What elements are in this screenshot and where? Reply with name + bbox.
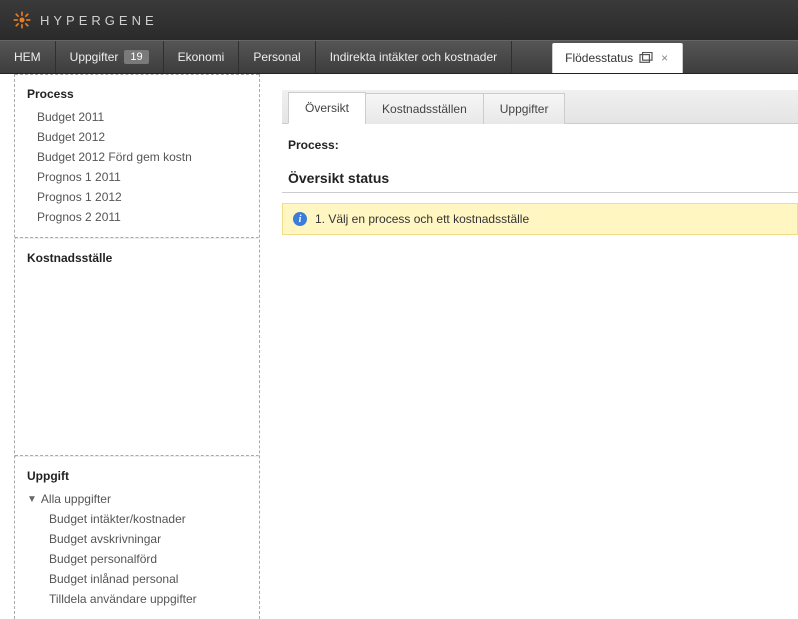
popout-icon[interactable]	[639, 52, 653, 64]
app-header: HYPERGENE	[0, 0, 798, 40]
sidebar-kostnad-empty	[15, 281, 259, 455]
info-banner: i 1. Välj en process och ett kostnadsstä…	[282, 203, 798, 235]
nav-badge: 19	[124, 50, 148, 64]
nav-label: Indirekta intäkter och kostnader	[330, 50, 497, 64]
sidebar-process-list: Budget 2011 Budget 2012 Budget 2012 Förd…	[27, 107, 247, 227]
sidebar-uppgift-title: Uppgift	[27, 469, 247, 483]
section-title: Översikt status	[282, 170, 798, 193]
process-item[interactable]: Prognos 1 2011	[27, 167, 247, 187]
tree-children: Budget intäkter/kostnader Budget avskriv…	[27, 509, 247, 609]
content-area: Process Budget 2011 Budget 2012 Budget 2…	[0, 74, 798, 619]
process-item[interactable]: Budget 2012	[27, 127, 247, 147]
sidebar-kostnad-block: Kostnadsställe	[15, 239, 259, 281]
tree-parent-label: Alla uppgifter	[41, 492, 111, 506]
sidebar-kostnad-title: Kostnadsställe	[27, 251, 247, 265]
uppgift-item[interactable]: Budget personalförd	[49, 549, 247, 569]
process-item[interactable]: Budget 2011	[27, 107, 247, 127]
brand-text: HYPERGENE	[40, 13, 158, 28]
main-panel: Översikt Kostnadsställen Uppgifter Proce…	[260, 74, 798, 619]
process-label: Process:	[288, 138, 798, 152]
sidebar-process-title: Process	[27, 87, 247, 101]
info-icon: i	[293, 212, 307, 226]
uppgift-item[interactable]: Budget intäkter/kostnader	[49, 509, 247, 529]
tab-uppgifter[interactable]: Uppgifter	[483, 93, 566, 124]
main-tabs: Översikt Kostnadsställen Uppgifter	[282, 90, 798, 124]
left-gutter	[0, 74, 14, 619]
caret-down-icon: ▼	[27, 494, 37, 505]
nav-label: HEM	[14, 50, 41, 64]
tab-kostnadsstallen[interactable]: Kostnadsställen	[365, 93, 484, 124]
close-icon[interactable]: ×	[659, 51, 670, 65]
brand-wrap: HYPERGENE	[12, 10, 158, 30]
brand-logo-icon	[12, 10, 32, 30]
sidebar: Process Budget 2011 Budget 2012 Budget 2…	[14, 74, 260, 619]
uppgift-item[interactable]: Budget avskrivningar	[49, 529, 247, 549]
nav-indirekta[interactable]: Indirekta intäkter och kostnader	[316, 41, 512, 73]
uppgift-item[interactable]: Tilldela användare uppgifter	[49, 589, 247, 609]
info-text: 1. Välj en process och ett kostnadsställ…	[315, 212, 529, 226]
nav-label: Ekonomi	[178, 50, 225, 64]
nav-label: Personal	[253, 50, 300, 64]
sidebar-process-block: Process Budget 2011 Budget 2012 Budget 2…	[15, 74, 259, 237]
main-nav: HEM Uppgifter 19 Ekonomi Personal Indire…	[0, 40, 798, 74]
tab-oversikt[interactable]: Översikt	[288, 92, 366, 124]
tree-parent-alla-uppgifter[interactable]: ▼ Alla uppgifter	[27, 489, 247, 509]
nav-hem[interactable]: HEM	[0, 41, 56, 73]
nav-tab-label: Flödesstatus	[565, 51, 633, 65]
nav-ekonomi[interactable]: Ekonomi	[164, 41, 240, 73]
uppgift-item[interactable]: Budget inlånad personal	[49, 569, 247, 589]
process-item[interactable]: Budget 2012 Förd gem kostn	[27, 147, 247, 167]
nav-uppgifter[interactable]: Uppgifter 19	[56, 41, 164, 73]
nav-label: Uppgifter	[70, 50, 119, 64]
nav-active-tab-flodesstatus[interactable]: Flödesstatus ×	[552, 43, 683, 73]
nav-spacer	[512, 41, 552, 73]
process-item[interactable]: Prognos 2 2011	[27, 207, 247, 227]
nav-personal[interactable]: Personal	[239, 41, 315, 73]
sidebar-uppgift-block: Uppgift ▼ Alla uppgifter Budget intäkter…	[15, 457, 259, 619]
process-item[interactable]: Prognos 1 2012	[27, 187, 247, 207]
